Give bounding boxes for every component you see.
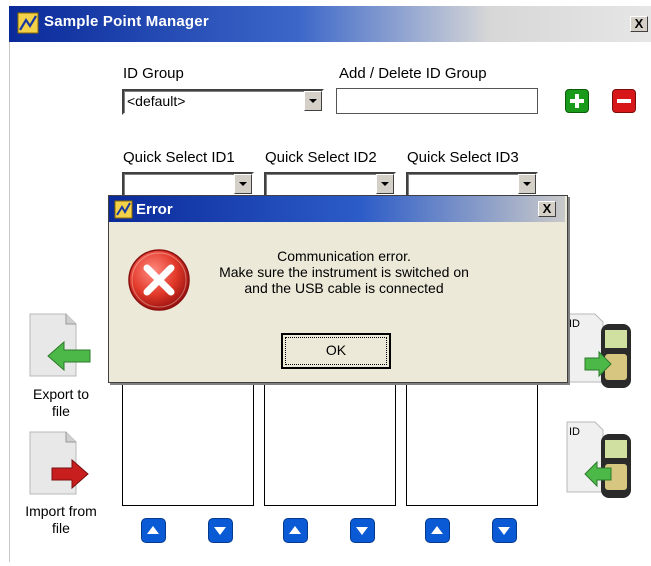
id1-list[interactable] xyxy=(122,380,254,506)
import-from-file-label: Import from file xyxy=(25,503,97,536)
quick-select-id1-label: Quick Select ID1 xyxy=(123,149,235,166)
add-delete-id-group-input[interactable] xyxy=(336,88,538,114)
import-from-file-button[interactable] xyxy=(26,430,96,496)
error-dialog-titlebar xyxy=(109,196,565,222)
error-dialog-app-icon xyxy=(114,200,133,219)
add-delete-id-group-label: Add / Delete ID Group xyxy=(339,65,487,82)
export-to-file-label: Export to file xyxy=(32,386,90,419)
chevron-down-icon[interactable] xyxy=(518,174,536,194)
add-id-group-button[interactable] xyxy=(565,89,589,113)
id2-move-up-button[interactable] xyxy=(283,518,308,543)
quick-select-id2-label: Quick Select ID2 xyxy=(265,149,377,166)
id2-move-down-button[interactable] xyxy=(350,518,375,543)
export-file-icon xyxy=(29,313,91,377)
ok-button[interactable]: OK xyxy=(281,333,391,369)
id-group-selected-value: <default> xyxy=(127,93,186,109)
app-icon xyxy=(17,12,39,34)
error-dialog-title: Error xyxy=(136,201,173,218)
chevron-down-icon[interactable] xyxy=(234,174,252,194)
ok-button-label: OK xyxy=(325,342,347,358)
id1-move-up-button[interactable] xyxy=(141,518,166,543)
import-file-icon xyxy=(29,431,89,495)
id-group-select[interactable]: <default> xyxy=(122,89,324,115)
export-to-file-button[interactable] xyxy=(26,312,96,378)
window-close-button[interactable]: X xyxy=(630,16,648,32)
error-message-line2: Make sure the instrument is switched on xyxy=(219,264,469,280)
quick-select-id3-label: Quick Select ID3 xyxy=(407,149,519,166)
minus-icon xyxy=(617,99,631,103)
error-message: Communication error. Make sure the instr… xyxy=(180,248,508,296)
window-title: Sample Point Manager xyxy=(44,13,209,30)
error-message-line1: Communication error. xyxy=(277,248,411,264)
chevron-down-icon[interactable] xyxy=(376,174,394,194)
id2-list[interactable] xyxy=(264,380,396,506)
instrument-id-badge: ID xyxy=(569,426,580,438)
error-dialog-close-button[interactable]: X xyxy=(538,201,556,217)
delete-id-group-button[interactable] xyxy=(612,89,636,113)
id3-move-down-button[interactable] xyxy=(492,518,517,543)
instrument-id-badge: ID xyxy=(569,318,580,330)
id3-list[interactable] xyxy=(406,380,538,506)
plus-icon xyxy=(570,94,584,108)
id3-move-up-button[interactable] xyxy=(425,518,450,543)
id1-move-down-button[interactable] xyxy=(208,518,233,543)
chevron-down-icon[interactable] xyxy=(304,91,322,111)
error-message-line3: and the USB cable is connected xyxy=(244,280,444,296)
id-group-label: ID Group xyxy=(123,65,184,82)
